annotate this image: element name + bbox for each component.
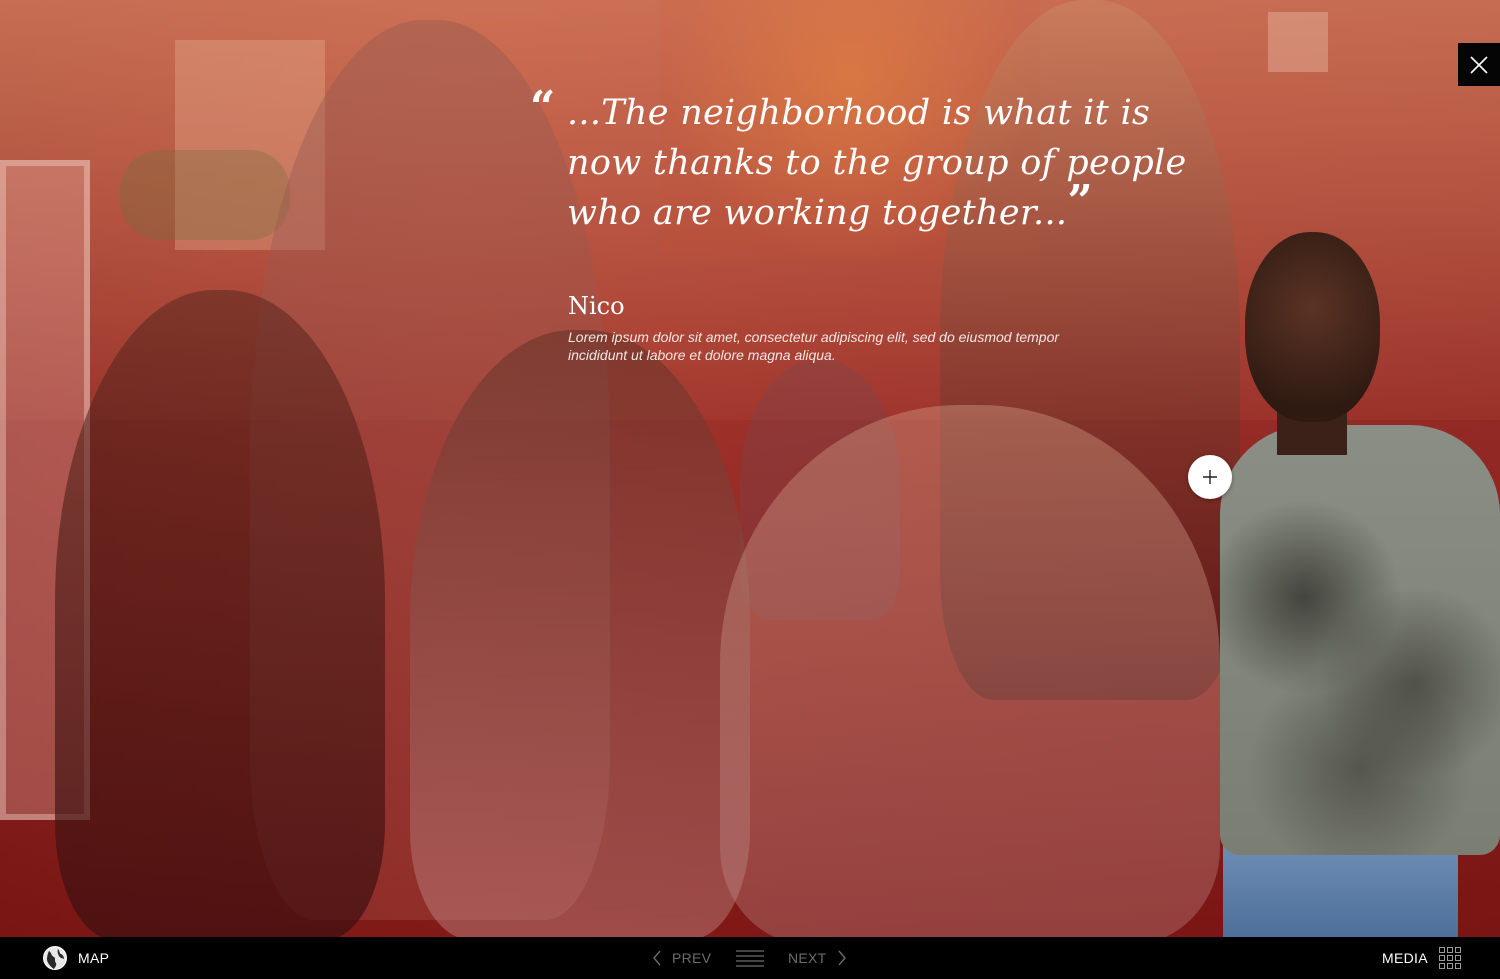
- featured-person-image: [1215, 230, 1500, 937]
- background-switch-plate: [1268, 12, 1328, 72]
- chevron-right-icon: [838, 950, 846, 966]
- story-background: “ ...The neighborhood is what it is now …: [0, 0, 1500, 937]
- globe-icon: [43, 946, 67, 970]
- speaker-info: Nico Lorem ipsum dolor sit amet, consect…: [568, 290, 1108, 364]
- media-label: MEDIA: [1382, 950, 1428, 966]
- featured-person-head: [1245, 232, 1380, 422]
- next-label: NEXT: [788, 950, 827, 966]
- background-plant: [120, 150, 290, 240]
- next-button[interactable]: NEXT: [788, 937, 847, 979]
- chevron-left-icon: [653, 950, 661, 966]
- grid-icon: [1438, 947, 1461, 969]
- quote-body: ...The neighborhood is what it is now th…: [567, 93, 1187, 233]
- close-button[interactable]: [1458, 43, 1500, 86]
- map-label: MAP: [78, 950, 110, 966]
- map-button[interactable]: MAP: [42, 937, 109, 979]
- quote-text: ...The neighborhood is what it is now th…: [567, 88, 1230, 238]
- plus-icon: [1203, 470, 1217, 484]
- prev-label: PREV: [672, 950, 712, 966]
- close-quote-mark: ”: [1067, 176, 1093, 227]
- media-button[interactable]: MEDIA: [1382, 937, 1461, 979]
- featured-person-shirt: [1220, 425, 1500, 855]
- list-icon: [736, 950, 764, 967]
- chapter-list-button[interactable]: [735, 937, 765, 979]
- prev-button[interactable]: PREV: [652, 937, 711, 979]
- expand-profile-button[interactable]: [1188, 455, 1232, 499]
- background-person: [410, 330, 750, 937]
- pull-quote: “ ...The neighborhood is what it is now …: [530, 82, 1230, 238]
- speaker-bio: Lorem ipsum dolor sit amet, consectetur …: [568, 329, 1060, 363]
- background-person: [720, 405, 1220, 937]
- speaker-name: Nico: [568, 292, 625, 320]
- close-icon: [1470, 55, 1488, 74]
- open-quote-mark: “: [530, 82, 556, 133]
- bottom-navigation-bar: MAP PREV NEXT MEDIA: [0, 937, 1500, 979]
- background-person: [55, 290, 385, 937]
